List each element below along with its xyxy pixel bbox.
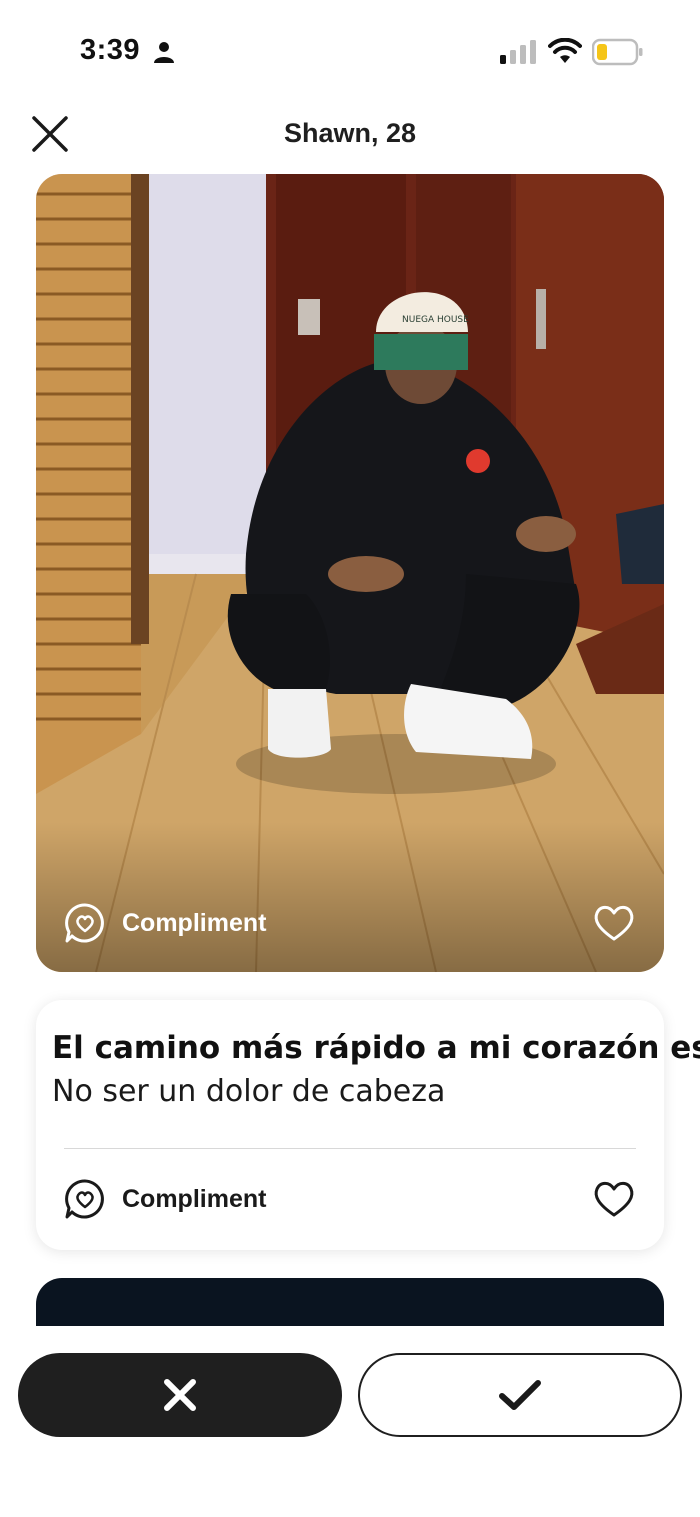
photo-compliment-label: Compliment bbox=[122, 908, 267, 937]
prompt-divider bbox=[64, 1148, 636, 1149]
reject-button[interactable] bbox=[18, 1353, 342, 1437]
profile-header: Shawn, 28 bbox=[0, 100, 700, 172]
prompt-card: El camino más rápido a mi corazón es No … bbox=[36, 1000, 700, 1250]
cap-text: NUEGA HOUSE bbox=[402, 315, 469, 325]
prompt-answer: No ser un dolor de cabeza bbox=[52, 1074, 446, 1109]
photo-gradient-overlay bbox=[36, 822, 664, 972]
prompt-compliment-label: Compliment bbox=[122, 1184, 267, 1213]
prompt-compliment-button[interactable]: Compliment bbox=[64, 1178, 266, 1220]
person-icon bbox=[154, 42, 174, 63]
signal-icon bbox=[500, 40, 536, 64]
status-time: 3:39 bbox=[80, 34, 141, 66]
compliment-icon bbox=[65, 1179, 104, 1219]
photo-like-heart-icon[interactable] bbox=[592, 902, 636, 942]
check-icon bbox=[499, 1380, 541, 1410]
wifi-icon bbox=[548, 38, 582, 63]
profile-photo-card[interactable]: NUEGA HOUSE Compliment bbox=[36, 174, 664, 972]
prompt-like-heart-icon[interactable] bbox=[592, 1178, 636, 1218]
accept-button[interactable] bbox=[358, 1353, 682, 1437]
status-bar: 3:39 bbox=[0, 0, 700, 100]
next-photo-card-peek bbox=[36, 1278, 664, 1326]
prompt-question: El camino más rápido a mi corazón es bbox=[52, 1030, 700, 1066]
x-icon bbox=[164, 1379, 196, 1411]
profile-name-age: Shawn, 28 bbox=[283, 118, 417, 148]
photo-compliment-button[interactable]: Compliment bbox=[64, 902, 266, 944]
compliment-icon bbox=[65, 903, 104, 943]
action-bar bbox=[0, 1326, 700, 1517]
battery-icon bbox=[592, 38, 643, 66]
